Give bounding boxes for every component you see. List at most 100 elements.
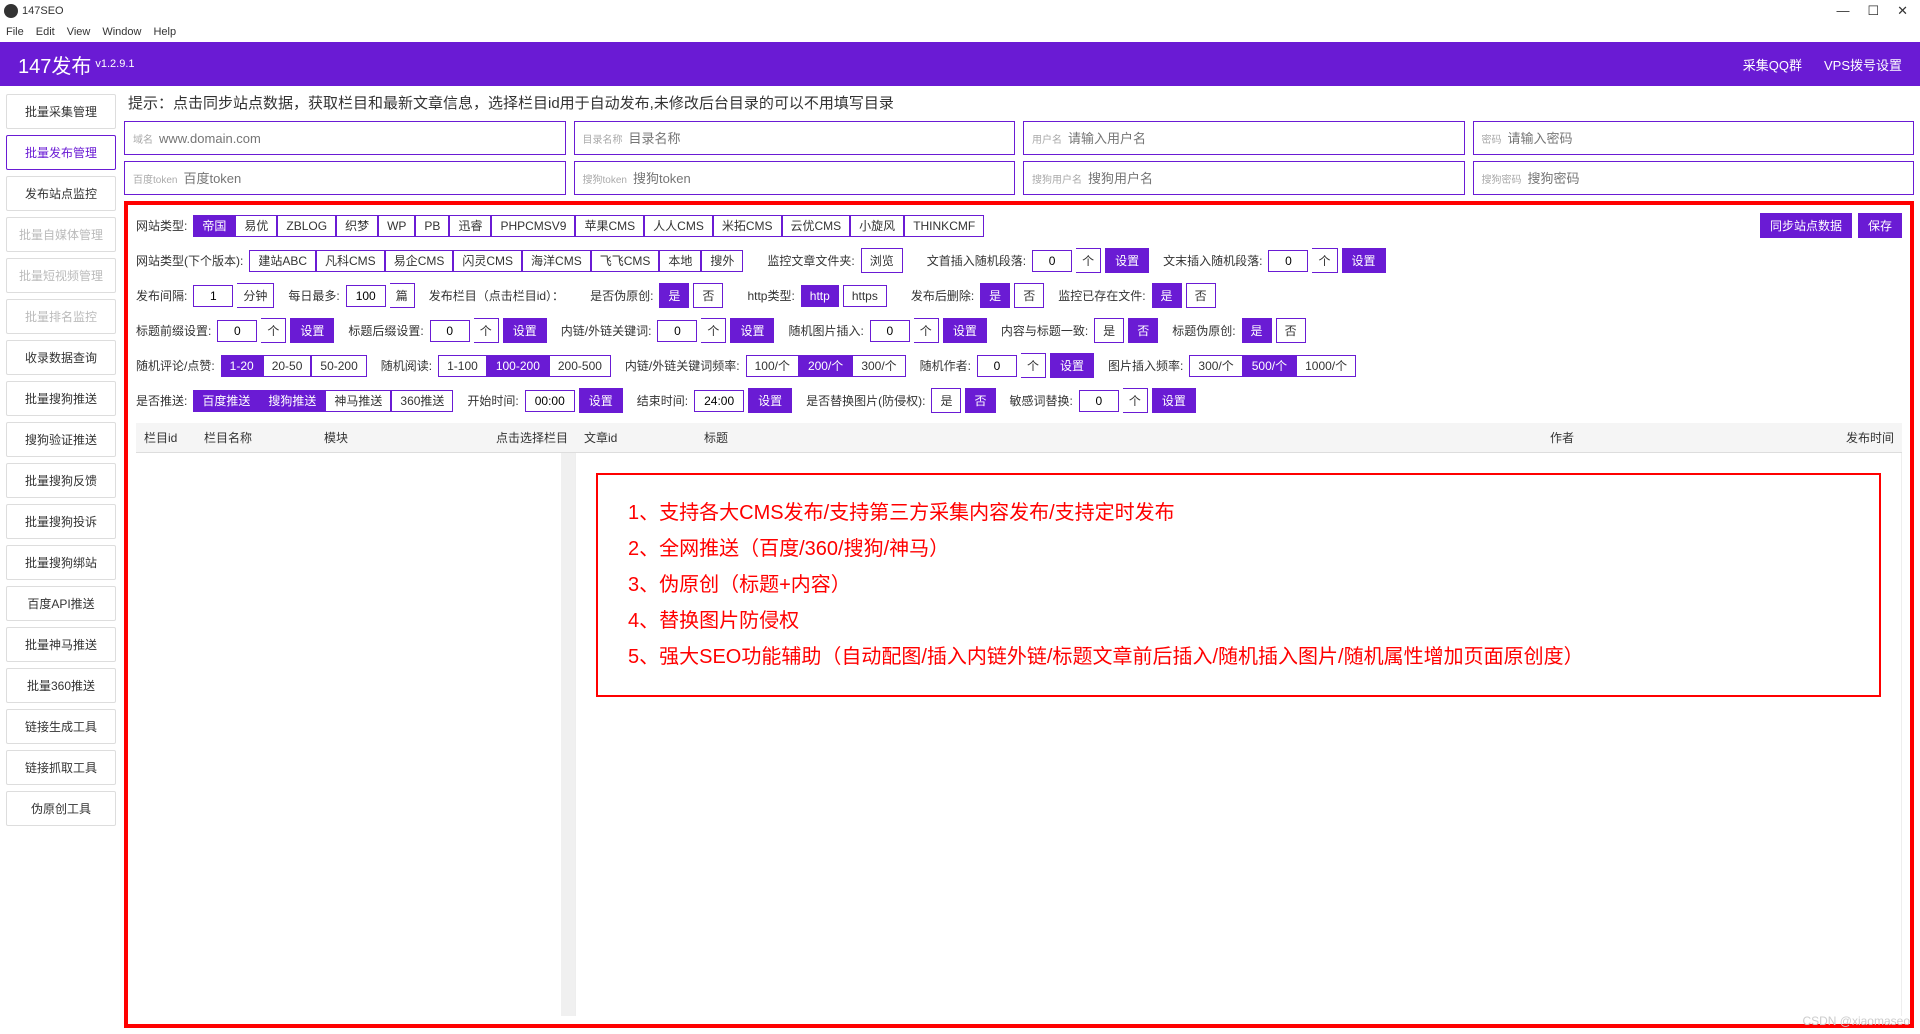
option-tag[interactable]: 凡科CMS — [316, 250, 385, 272]
delafter-yes[interactable]: 是 — [980, 283, 1010, 308]
randauthor-btn[interactable]: 设置 — [1050, 353, 1094, 378]
browse-button[interactable]: 浏览 — [861, 248, 903, 273]
menu-window[interactable]: Window — [102, 26, 141, 38]
text-input[interactable] — [159, 131, 557, 146]
randimg-btn[interactable]: 设置 — [943, 318, 987, 343]
monitorexist-no[interactable]: 否 — [1186, 283, 1216, 308]
option-tag[interactable]: 百度推送 — [193, 390, 259, 412]
sidebar-item-10[interactable]: 批量搜狗投诉 — [6, 504, 116, 539]
sidebar-item-5[interactable]: 批量排名监控 — [6, 299, 116, 334]
option-tag[interactable]: 100/个 — [746, 355, 799, 377]
titlesuffix-input[interactable] — [430, 320, 470, 342]
table-right-body[interactable]: 1、支持各大CMS发布/支持第三方采集内容发布/支持定时发布2、全网推送（百度/… — [576, 453, 1902, 1016]
option-tag[interactable]: 人人CMS — [644, 215, 713, 237]
sidebar-item-12[interactable]: 百度API推送 — [6, 586, 116, 621]
sidebar-item-16[interactable]: 链接抓取工具 — [6, 750, 116, 785]
sidebar-item-1[interactable]: 批量发布管理 — [6, 135, 116, 170]
delafter-no[interactable]: 否 — [1014, 283, 1044, 308]
text-input[interactable] — [633, 171, 1006, 186]
insert-head-setbtn[interactable]: 设置 — [1105, 248, 1149, 273]
save-button[interactable]: 保存 — [1858, 213, 1902, 238]
option-tag[interactable]: 300/个 — [852, 355, 905, 377]
text-input[interactable] — [1068, 131, 1456, 146]
titleorig-no[interactable]: 否 — [1276, 318, 1306, 343]
maximize-icon[interactable]: ☐ — [1867, 3, 1879, 19]
option-tag[interactable]: 100-200 — [487, 355, 549, 377]
dailymax-input[interactable] — [346, 285, 386, 307]
option-tag[interactable]: WP — [378, 215, 415, 237]
option-tag[interactable]: 搜狗推送 — [259, 390, 325, 412]
option-tag[interactable]: 本地 — [659, 250, 701, 272]
option-tag[interactable]: 织梦 — [336, 215, 378, 237]
interval-input[interactable] — [193, 285, 233, 307]
option-tag[interactable]: 神马推送 — [325, 390, 391, 412]
header-link-qq[interactable]: 采集QQ群 — [1743, 55, 1802, 74]
replaceimg-yes[interactable]: 是 — [931, 388, 961, 413]
option-tag[interactable]: 建站ABC — [249, 250, 316, 272]
text-input[interactable] — [1508, 131, 1906, 146]
text-input[interactable] — [629, 131, 1007, 146]
titleorig-yes[interactable]: 是 — [1242, 318, 1272, 343]
starttime-btn[interactable]: 设置 — [579, 388, 623, 413]
option-tag[interactable]: ZBLOG — [277, 215, 336, 237]
minimize-icon[interactable]: — — [1836, 3, 1849, 19]
option-tag[interactable]: 飞飞CMS — [591, 250, 660, 272]
option-tag[interactable]: PHPCMSV9 — [491, 215, 575, 237]
option-tag[interactable]: 20-50 — [263, 355, 312, 377]
titleprefix-input[interactable] — [217, 320, 257, 342]
option-tag[interactable]: PB — [415, 215, 449, 237]
menu-file[interactable]: File — [6, 26, 24, 38]
replaceimg-no[interactable]: 否 — [965, 388, 995, 413]
insert-tail-setbtn[interactable]: 设置 — [1342, 248, 1386, 273]
option-tag[interactable]: 帝国 — [193, 215, 235, 237]
text-input[interactable] — [183, 171, 556, 186]
endtime-input[interactable] — [694, 390, 744, 412]
sensitive-btn[interactable]: 设置 — [1152, 388, 1196, 413]
sidebar-item-3[interactable]: 批量自媒体管理 — [6, 217, 116, 252]
option-tag[interactable]: 云优CMS — [782, 215, 851, 237]
contenttitle-no[interactable]: 否 — [1128, 318, 1158, 343]
menu-view[interactable]: View — [67, 26, 91, 38]
option-tag[interactable]: 200/个 — [799, 355, 852, 377]
option-tag[interactable]: 1-100 — [438, 355, 487, 377]
sidebar-item-15[interactable]: 链接生成工具 — [6, 709, 116, 744]
option-tag[interactable]: 米拓CMS — [713, 215, 782, 237]
sidebar-item-0[interactable]: 批量采集管理 — [6, 94, 116, 129]
sidebar-item-9[interactable]: 批量搜狗反馈 — [6, 463, 116, 498]
insert-tail-input[interactable] — [1268, 250, 1308, 272]
sidebar-item-8[interactable]: 搜狗验证推送 — [6, 422, 116, 457]
option-tag[interactable]: 360推送 — [391, 390, 453, 412]
titlesuffix-btn[interactable]: 设置 — [503, 318, 547, 343]
insert-head-input[interactable] — [1032, 250, 1072, 272]
titleprefix-btn[interactable]: 设置 — [290, 318, 334, 343]
linkkw-btn[interactable]: 设置 — [730, 318, 774, 343]
option-tag[interactable]: 易企CMS — [385, 250, 454, 272]
text-input[interactable] — [1528, 171, 1906, 186]
option-tag[interactable]: 50-200 — [311, 355, 366, 377]
endtime-btn[interactable]: 设置 — [748, 388, 792, 413]
sidebar-item-13[interactable]: 批量神马推送 — [6, 627, 116, 662]
isoriginal-no[interactable]: 否 — [693, 283, 723, 308]
option-tag[interactable]: 200-500 — [549, 355, 611, 377]
sidebar-item-17[interactable]: 伪原创工具 — [6, 791, 116, 826]
sidebar-item-4[interactable]: 批量短视频管理 — [6, 258, 116, 293]
option-tag[interactable]: 苹果CMS — [575, 215, 644, 237]
option-tag[interactable]: 迅睿 — [449, 215, 491, 237]
option-tag[interactable]: 小旋风 — [850, 215, 904, 237]
randimg-input[interactable] — [870, 320, 910, 342]
option-tag[interactable]: 海洋CMS — [522, 250, 591, 272]
sidebar-item-6[interactable]: 收录数据查询 — [6, 340, 116, 375]
sidebar-item-7[interactable]: 批量搜狗推送 — [6, 381, 116, 416]
option-tag[interactable]: 300/个 — [1189, 355, 1242, 377]
option-tag[interactable]: 1-20 — [221, 355, 263, 377]
option-tag[interactable]: THINKCMF — [904, 215, 984, 237]
close-icon[interactable]: ✕ — [1897, 3, 1908, 19]
monitorexist-yes[interactable]: 是 — [1152, 283, 1182, 308]
option-tag[interactable]: 搜外 — [701, 250, 743, 272]
linkkw-input[interactable] — [657, 320, 697, 342]
https-option[interactable]: https — [843, 285, 887, 307]
option-tag[interactable]: 易优 — [235, 215, 277, 237]
contenttitle-yes[interactable]: 是 — [1094, 318, 1124, 343]
sensitive-input[interactable] — [1079, 390, 1119, 412]
option-tag[interactable]: 1000/个 — [1296, 355, 1356, 377]
